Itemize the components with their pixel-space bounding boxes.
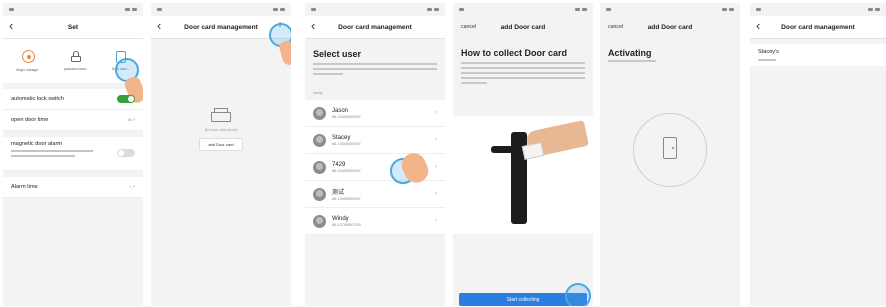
- chevron-right-icon: ›: [435, 218, 437, 224]
- avatar: [313, 187, 326, 201]
- fingerprint-icon: [22, 50, 36, 63]
- open-door-time-value: 5s: [127, 117, 132, 122]
- avatar: [313, 214, 326, 228]
- back-arrow-icon[interactable]: ‹: [9, 19, 13, 33]
- user-name: 7429: [332, 161, 346, 168]
- alarm-time-value: 1: [129, 184, 132, 189]
- user-name: 测试: [332, 190, 345, 196]
- status-bar: [151, 3, 291, 16]
- chevron-right-icon: ›: [133, 117, 135, 123]
- chevron-right-icon: ›: [435, 137, 437, 143]
- empty-text: No Door card record: [204, 128, 238, 132]
- avatar: [313, 160, 326, 174]
- cancel-button[interactable]: cancel: [608, 24, 623, 30]
- cancel-button[interactable]: cancel: [461, 24, 476, 30]
- nav-bar: cancel add Door card: [600, 16, 740, 38]
- select-user-heading: Select user: [313, 49, 362, 59]
- phone-activating-screen: cancel add Door card Activating: [600, 3, 740, 306]
- user-phone: 86-13400000067: [332, 197, 361, 201]
- nav-bar: ‹ Door card management: [750, 16, 886, 39]
- phone-select-user-screen: ‹ Door card management Select user famil…: [305, 3, 445, 306]
- page-title: add Door card: [500, 23, 546, 31]
- automatic-lock-toggle[interactable]: [117, 95, 135, 103]
- hand-pointer: [278, 39, 291, 67]
- open-door-time-row[interactable]: open door time 5s ›: [3, 110, 143, 131]
- password-manage-label: password man...: [63, 67, 89, 71]
- tap-indicator: [565, 283, 591, 306]
- page-title: Door card management: [338, 23, 412, 31]
- magnetic-alarm-toggle[interactable]: [117, 149, 135, 157]
- chevron-right-icon: ›: [133, 184, 135, 190]
- chevron-right-icon: ›: [435, 164, 437, 170]
- alarm-time-row[interactable]: Alarm time 1 ›: [3, 177, 143, 198]
- phone-door-card-empty-screen: ‹ Door card management + No Door card re…: [151, 3, 291, 306]
- page-title: Door card management: [184, 23, 258, 31]
- magnetic-alarm-label: magnetic door alarm: [11, 141, 62, 147]
- door-card-owner: [758, 59, 776, 61]
- phone-result-screen: ‹ Door card management Stacey's: [750, 3, 886, 306]
- finger-manage-label: finger manage...: [16, 68, 41, 72]
- alarm-time-label: Alarm time: [11, 184, 38, 190]
- phone-set-screen: ‹ Set finger manage... password man... D…: [3, 3, 143, 306]
- select-user-description: [305, 63, 445, 75]
- add-door-card-button[interactable]: add Door card: [199, 138, 243, 151]
- activating-heading: Activating: [608, 48, 652, 58]
- user-row[interactable]: Jason 86-13400000067 ›: [305, 100, 445, 127]
- finger-manage-button[interactable]: finger manage...: [16, 50, 41, 72]
- user-row[interactable]: Stacey 86-13400000067 ›: [305, 127, 445, 154]
- status-bar: [3, 3, 143, 16]
- door-icon: [663, 137, 677, 159]
- section-label: family: [313, 91, 323, 95]
- user-row[interactable]: Windy 86-13799592784 ›: [305, 208, 445, 235]
- open-door-time-label: open door time: [11, 117, 49, 123]
- nav-bar: ‹ Door card management: [305, 16, 445, 39]
- back-arrow-icon[interactable]: ‹: [311, 19, 315, 33]
- avatar: [313, 106, 326, 120]
- phone-collect-card-screen: cancel add Door card How to collect Door…: [453, 3, 593, 306]
- automatic-lock-row: automatic lock switch: [3, 89, 143, 110]
- page-title: add Door card: [647, 23, 693, 31]
- user-name: Stacey: [332, 134, 351, 141]
- status-bar: [600, 3, 740, 16]
- collect-heading: How to collect Door card: [461, 48, 568, 58]
- nav-bar: cancel add Door card: [453, 16, 593, 38]
- status-bar: [453, 3, 593, 16]
- back-arrow-icon[interactable]: ‹: [756, 19, 760, 33]
- activating-description: [600, 60, 740, 62]
- lock-icon: [71, 51, 82, 62]
- lock-illustration: [453, 116, 593, 234]
- status-bar: [750, 3, 886, 16]
- user-name: Jason: [332, 107, 349, 114]
- user-phone: 86-13799592784: [332, 222, 361, 227]
- chevron-right-icon: ›: [435, 191, 437, 197]
- page-title: Door card management: [781, 23, 855, 31]
- automatic-lock-label: automatic lock switch: [11, 96, 64, 102]
- collect-instructions: [453, 62, 593, 84]
- user-phone: 86-13400000067: [332, 114, 361, 119]
- status-bar: [305, 3, 445, 16]
- magnetic-alarm-description: [11, 150, 93, 157]
- empty-state: No Door card record add Door card: [151, 108, 291, 151]
- back-arrow-icon[interactable]: ‹: [157, 19, 161, 33]
- door-card-name: Stacey's: [758, 49, 779, 55]
- door-card-item[interactable]: Stacey's: [750, 44, 886, 66]
- chevron-right-icon: ›: [435, 110, 437, 116]
- user-row[interactable]: 测试 86-13400000067 ›: [305, 181, 445, 208]
- magnetic-alarm-row: magnetic door alarm: [3, 137, 143, 171]
- password-manage-button[interactable]: password man...: [64, 51, 89, 71]
- page-title: Set: [67, 23, 79, 31]
- user-name: Windy: [332, 215, 349, 222]
- empty-box-icon: [211, 108, 231, 122]
- nav-bar: ‹ Set: [3, 16, 143, 39]
- door-card-image: [521, 142, 545, 160]
- avatar: [313, 133, 326, 147]
- user-phone: 86-13400000067: [332, 141, 361, 146]
- user-phone: 86-13400000067: [332, 168, 361, 173]
